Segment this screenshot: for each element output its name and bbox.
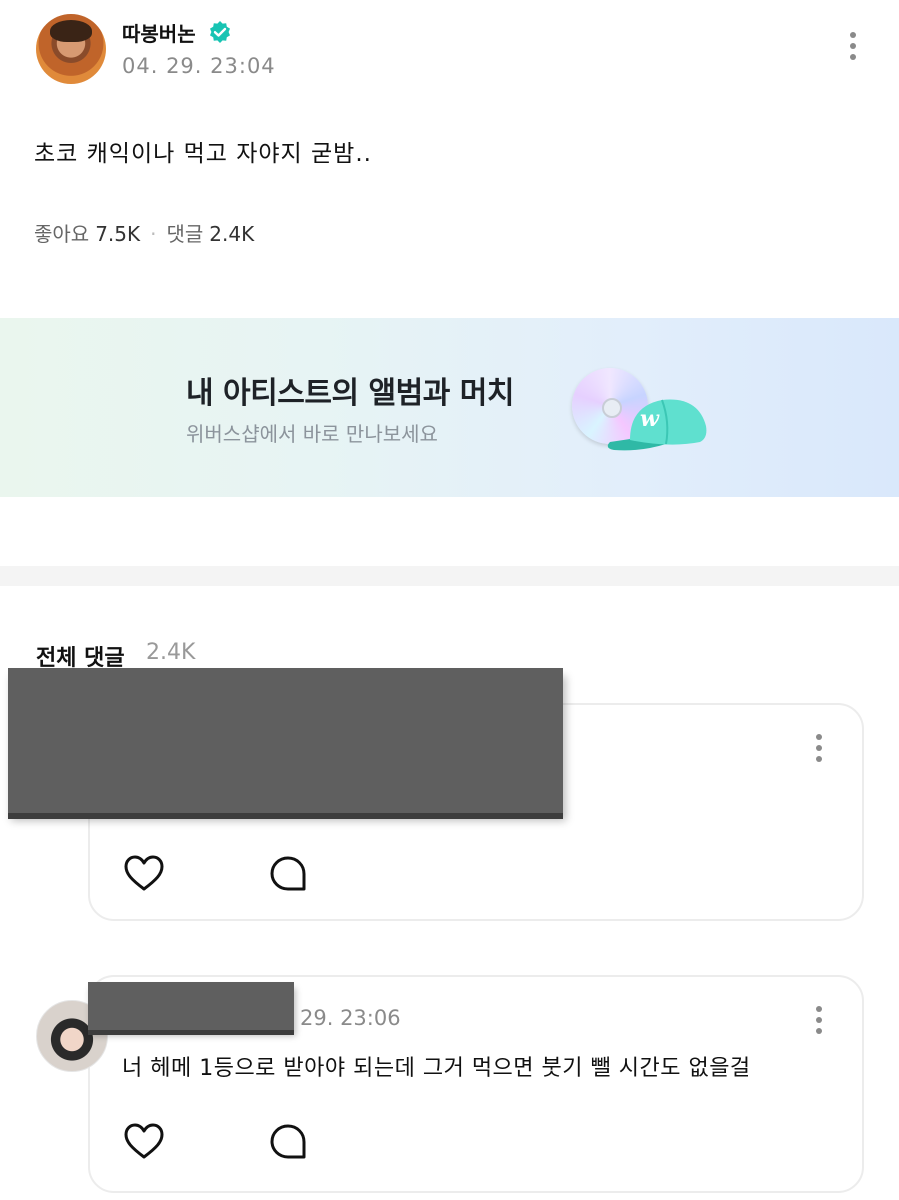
redaction-block <box>8 668 563 813</box>
post-text: 초코 캐익이나 먹고 자야지 굳밤.. <box>34 141 372 167</box>
post-timestamp: 04. 29. 23:04 <box>122 54 276 78</box>
reply-bubble-icon[interactable] <box>268 1122 308 1162</box>
section-divider <box>0 566 899 586</box>
redaction-block <box>88 982 294 1030</box>
likes-count: 7.5K <box>95 222 141 246</box>
like-heart-icon[interactable] <box>122 852 166 896</box>
comments-count: 2.4K <box>209 222 255 246</box>
comment-more-icon[interactable] <box>810 734 828 770</box>
comment-more-icon[interactable] <box>810 1006 828 1042</box>
comment-text: 너 헤메 1등으로 받아야 되는데 그거 먹으면 붓기 뺄 시간도 없을걸 <box>122 1056 751 1081</box>
author-name[interactable]: 따봉버논 <box>122 18 196 47</box>
verified-badge-icon <box>210 21 230 43</box>
author-avatar[interactable] <box>36 14 106 84</box>
comment-timestamp: 29. 23:06 <box>300 1006 401 1030</box>
cap-merch-icon: w <box>607 399 707 451</box>
comments-total-count: 2.4K <box>146 640 196 665</box>
banner-subtitle: 위버스샵에서 바로 만나보세요 <box>186 422 438 446</box>
reply-bubble-icon[interactable] <box>268 854 308 894</box>
post-more-icon[interactable] <box>844 32 862 68</box>
banner-title: 내 아티스트의 앨범과 머치 <box>186 376 514 411</box>
comments-label: 댓글 <box>166 222 204 246</box>
stats-separator: · <box>150 222 157 246</box>
likes-label: 좋아요 <box>34 222 90 246</box>
post-stats: 좋아요 7.5K · 댓글 2.4K <box>34 218 254 247</box>
like-heart-icon[interactable] <box>122 1120 166 1164</box>
svg-text:w: w <box>640 406 660 432</box>
